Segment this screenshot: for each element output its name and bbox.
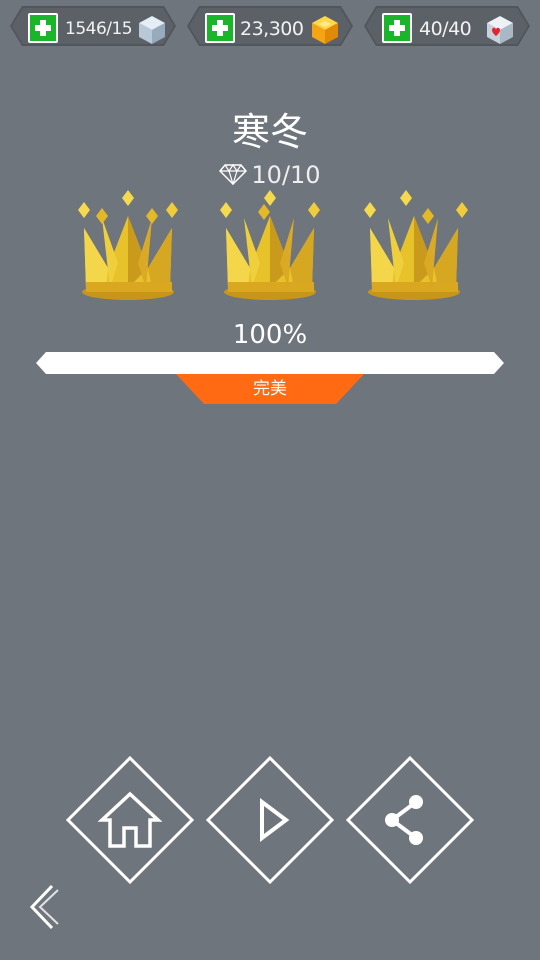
add-coins-button[interactable] bbox=[205, 13, 235, 43]
share-button[interactable] bbox=[346, 756, 474, 884]
crown-icon bbox=[78, 190, 178, 300]
cube-icon bbox=[136, 14, 168, 46]
progress-percent: 100% bbox=[232, 320, 308, 350]
diamond-icon bbox=[219, 163, 248, 185]
home-icon bbox=[97, 791, 163, 848]
progress-fill bbox=[36, 352, 504, 374]
play-button[interactable] bbox=[206, 756, 334, 884]
chevron-left-icon bbox=[29, 884, 59, 930]
back-button[interactable] bbox=[22, 882, 62, 932]
add-cubes-button[interactable] bbox=[28, 13, 58, 43]
crown-rating bbox=[0, 188, 540, 308]
add-hearts-button[interactable] bbox=[382, 13, 412, 43]
coins-value: 23,300 bbox=[240, 18, 304, 40]
heart-cube-icon bbox=[484, 14, 516, 46]
level-title: 寒冬 bbox=[231, 110, 308, 154]
gem-count: 10/10 bbox=[251, 161, 321, 189]
crown-icon bbox=[220, 190, 320, 300]
home-button[interactable] bbox=[66, 756, 194, 884]
crown-icon bbox=[364, 190, 468, 300]
gold-cube-icon bbox=[309, 14, 341, 46]
hearts-value: 40/40 bbox=[419, 18, 472, 40]
rating-banner: 完美 bbox=[176, 374, 364, 404]
cubes-counter[interactable]: 1546/15 bbox=[10, 6, 176, 46]
play-icon bbox=[260, 798, 290, 842]
cubes-value: 1546/15 bbox=[65, 19, 133, 39]
hearts-counter[interactable]: 40/40 bbox=[364, 6, 530, 46]
gem-counter: 10/10 bbox=[0, 160, 540, 190]
progress-bar bbox=[36, 352, 504, 374]
coins-counter[interactable]: 23,300 bbox=[187, 6, 353, 46]
share-icon bbox=[385, 795, 423, 845]
